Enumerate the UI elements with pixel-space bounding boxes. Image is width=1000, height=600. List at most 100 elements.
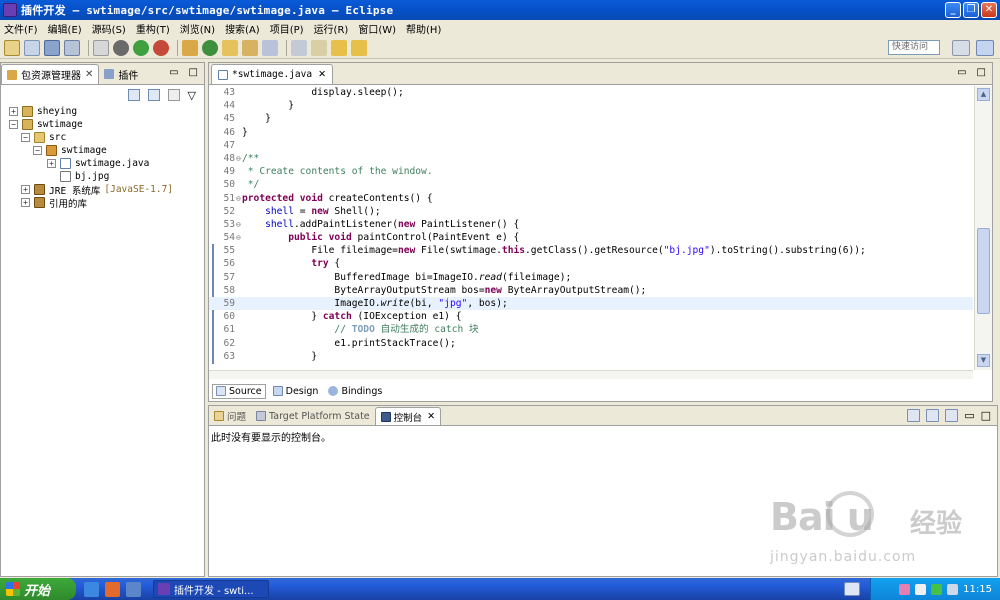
tree-node-swtimage-package[interactable]: − swtimage <box>9 144 204 157</box>
menu-edit[interactable]: 编辑(E) <box>48 21 82 36</box>
tree-node-sheying[interactable]: + sheying <box>9 105 204 118</box>
tree-node-swtimage-java[interactable]: + swtimage.java <box>9 157 204 170</box>
tab-design[interactable]: Design <box>270 385 322 398</box>
collapse-toggle[interactable]: − <box>21 133 30 142</box>
code-line[interactable]: 59 ImageIO.write(bi, "jpg", bos); <box>209 297 973 311</box>
quick-access-input[interactable]: 快速访问 <box>888 40 940 55</box>
fold-icon[interactable]: ⊖ <box>236 231 241 244</box>
code-line[interactable]: 52 shell = new Shell(); <box>209 205 973 218</box>
expand-toggle[interactable]: + <box>21 198 30 207</box>
code-line[interactable]: 54 ⊖ public void paintControl(PaintEvent … <box>209 231 973 244</box>
ie-icon[interactable] <box>84 581 99 597</box>
expand-toggle[interactable]: + <box>9 107 18 116</box>
open-icon[interactable] <box>24 39 40 56</box>
tree-node-bj-jpg[interactable]: bj.jpg <box>9 170 204 183</box>
search-icon[interactable] <box>262 39 278 56</box>
code-line[interactable]: 61 // TODO 自动生成的 catch 块 <box>209 323 973 336</box>
code-line[interactable]: 50 */ <box>209 178 973 191</box>
open-type-icon[interactable] <box>222 39 238 56</box>
code-line[interactable]: 49 * Create contents of the window. <box>209 165 973 178</box>
code-line[interactable]: 47 <box>209 139 973 152</box>
minimize-view-icon[interactable]: ▭ <box>957 67 966 78</box>
maximize-view-icon[interactable]: □ <box>977 67 986 78</box>
open-console-icon[interactable] <box>945 409 959 422</box>
app-icon[interactable] <box>105 581 120 597</box>
tab-problems[interactable]: 问题 <box>209 407 251 425</box>
code-line[interactable]: 53 ⊖ shell.addPaintListener(new PaintList… <box>209 218 973 231</box>
run-icon[interactable] <box>133 39 149 56</box>
tab-bindings[interactable]: Bindings <box>325 385 385 398</box>
vertical-scrollbar[interactable]: ▲ ▼ <box>974 86 992 370</box>
code-line[interactable]: 56 try { <box>209 257 973 270</box>
menu-navigate[interactable]: 浏览(N) <box>180 21 215 36</box>
pin-console-icon[interactable] <box>907 409 921 422</box>
view-menu-icon[interactable]: ▽ <box>188 89 196 102</box>
scroll-thumb[interactable] <box>977 228 990 314</box>
fold-icon[interactable]: ⊖ <box>236 218 241 231</box>
external-tools-icon[interactable] <box>153 39 169 56</box>
minimize-button[interactable]: _ <box>945 2 961 18</box>
collapse-all-icon[interactable] <box>127 89 140 101</box>
network-icon[interactable] <box>931 583 943 595</box>
menu-project[interactable]: 项目(P) <box>270 21 304 36</box>
scroll-up-icon[interactable]: ▲ <box>977 88 990 101</box>
new-package-icon[interactable] <box>182 39 198 56</box>
print-icon[interactable] <box>93 39 109 56</box>
maximize-button[interactable]: ❐ <box>963 2 979 18</box>
link-editor-icon[interactable] <box>147 89 160 101</box>
tree-node-swtimage-project[interactable]: − swtimage <box>9 118 204 131</box>
maximize-view-icon[interactable]: □ <box>189 67 198 78</box>
save-all-icon[interactable] <box>64 39 80 56</box>
expand-toggle[interactable]: + <box>21 185 30 194</box>
collapse-toggle[interactable]: − <box>9 120 18 129</box>
code-line[interactable]: 63 } <box>209 350 973 363</box>
forward-icon[interactable] <box>351 39 367 56</box>
debug-icon[interactable] <box>113 39 129 56</box>
code-line[interactable]: 58 ByteArrayOutputStream bos=new ByteArr… <box>209 284 973 297</box>
safety-icon[interactable] <box>947 583 959 595</box>
open-perspective-icon[interactable] <box>952 40 970 56</box>
save-icon[interactable] <box>44 39 60 56</box>
expand-toggle[interactable]: + <box>47 159 56 168</box>
code-line[interactable]: 46} <box>209 126 973 139</box>
new-icon[interactable] <box>4 39 20 56</box>
minimize-view-icon[interactable]: ▭ <box>169 67 178 78</box>
plugin-perspective-icon[interactable] <box>976 40 994 56</box>
tree-node-src[interactable]: − src <box>9 131 204 144</box>
tab-target-platform-state[interactable]: Target Platform State <box>251 407 375 425</box>
new-class-icon[interactable] <box>202 39 218 56</box>
tree-node-referenced-libraries[interactable]: + 引用的库 <box>9 196 204 210</box>
tab-source[interactable]: Source <box>212 383 266 399</box>
menu-window[interactable]: 窗口(W) <box>358 21 396 36</box>
code-line[interactable]: 48 ⊖/** <box>209 152 973 165</box>
fold-icon[interactable]: ⊖ <box>236 152 241 165</box>
menu-source[interactable]: 源码(S) <box>92 21 126 36</box>
code-line[interactable]: 51 ⊖ protected void createContents() { <box>209 192 973 205</box>
code-area[interactable]: 43 display.sleep(); 44 } 45 } 46} 47 48 ⊖/** 49… <box>209 86 973 370</box>
tab-plugins[interactable]: 插件 <box>99 64 143 84</box>
display-console-icon[interactable] <box>926 409 940 422</box>
code-line[interactable]: 62 e1.printStackTrace(); <box>209 337 973 350</box>
close-icon[interactable]: ✕ <box>85 69 93 80</box>
tab-console[interactable]: 控制台 ✕ <box>374 407 442 425</box>
volume-icon[interactable] <box>915 583 927 595</box>
keyboard-layout-icon[interactable] <box>844 582 860 596</box>
close-icon[interactable]: ✕ <box>427 411 435 422</box>
menu-search[interactable]: 搜索(A) <box>225 21 260 36</box>
code-line[interactable]: 43 display.sleep(); <box>209 86 973 99</box>
tree-node-jre[interactable]: + JRE 系统库 [JavaSE-1.7] <box>9 183 204 197</box>
fold-icon[interactable]: ⊖ <box>236 192 241 205</box>
show-desktop-icon[interactable] <box>126 581 141 597</box>
menu-run[interactable]: 运行(R) <box>314 21 349 36</box>
annotation-icon[interactable] <box>291 39 307 56</box>
horizontal-scrollbar[interactable] <box>209 370 973 379</box>
start-button[interactable]: 开始 <box>0 578 76 600</box>
code-line[interactable]: 60 } catch (IOException e1) { <box>209 310 973 323</box>
minimize-view-icon[interactable]: ▭ <box>964 409 974 422</box>
menu-help[interactable]: 帮助(H) <box>406 21 441 36</box>
code-line[interactable]: 45 } <box>209 112 973 125</box>
back-icon[interactable] <box>331 39 347 56</box>
open-folder-icon[interactable] <box>242 39 258 56</box>
tray-app-icon[interactable] <box>899 583 911 595</box>
editor-tab-swtimage-java[interactable]: *swtimage.java ✕ <box>211 64 334 84</box>
